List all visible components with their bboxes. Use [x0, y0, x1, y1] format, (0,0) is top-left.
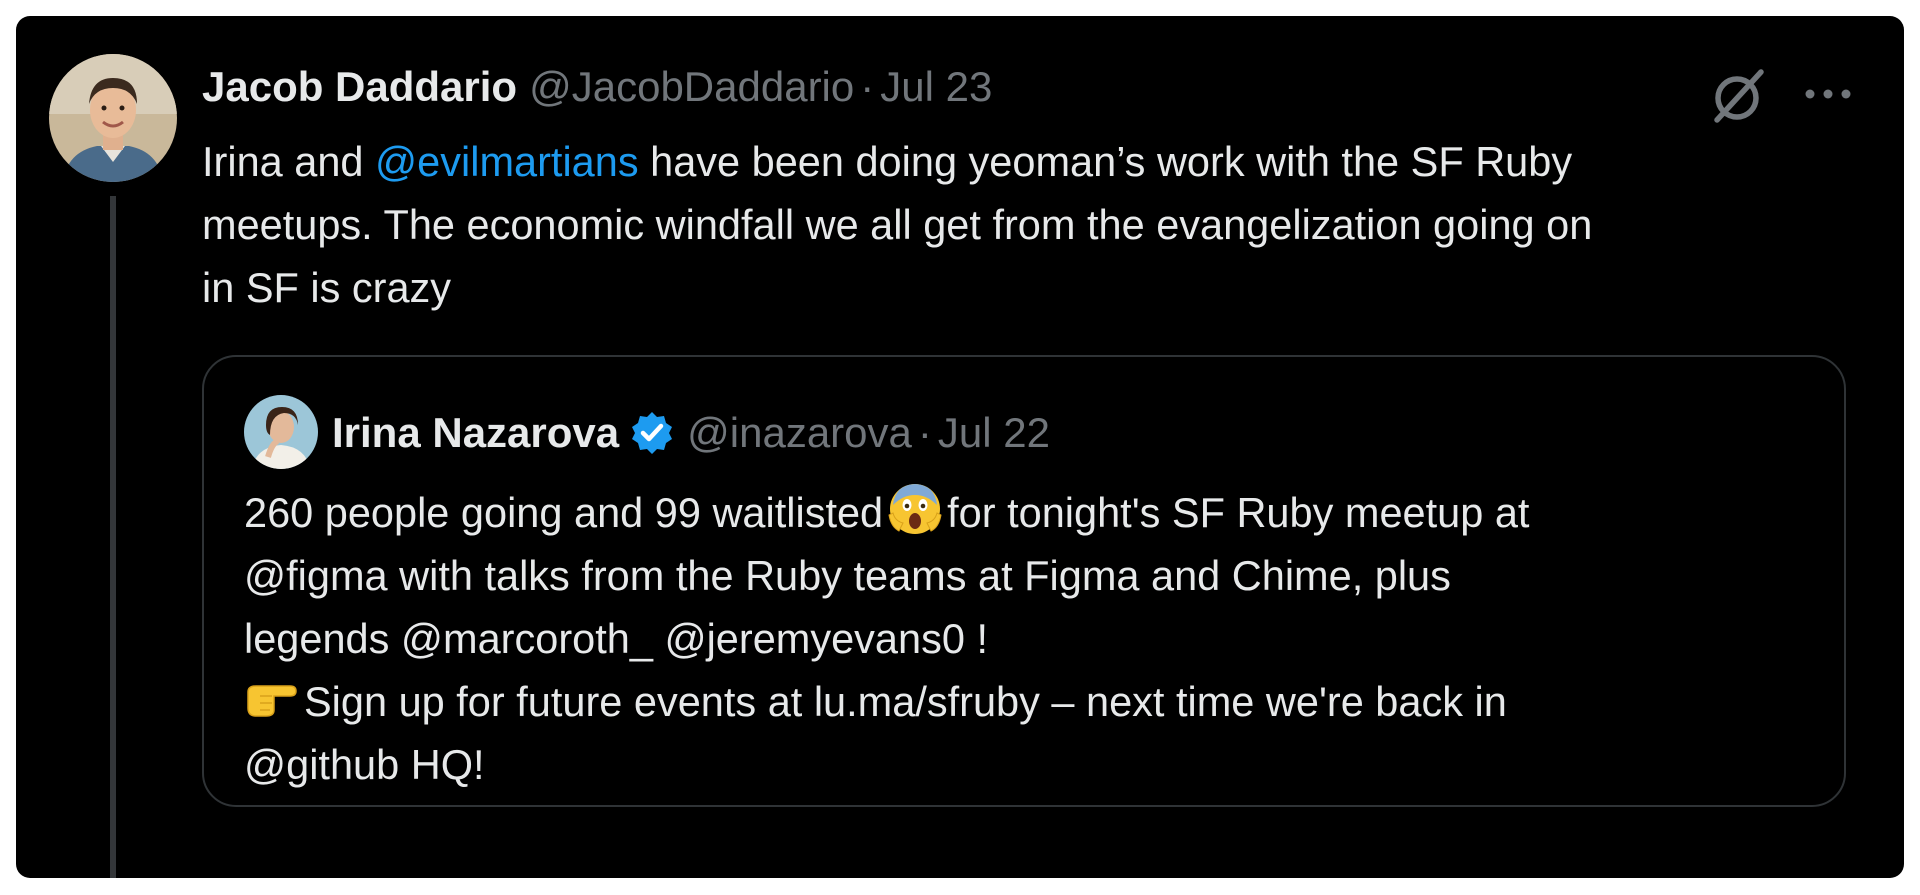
- screaming-face-emoji: [888, 484, 942, 534]
- tweet-text-part: have been doing yeoman’s work with the S…: [638, 138, 1573, 185]
- quoted-separator-dot: ·: [917, 409, 932, 456]
- tweet-card[interactable]: Jacob Daddario @JacobDaddario · Jul 23 I…: [16, 16, 1904, 878]
- tweet-text-line-2: meetups. The economic windfall we all ge…: [202, 201, 1593, 248]
- tweet-text-line-3: in SF is crazy: [202, 264, 452, 311]
- pointing-right-emoji: [247, 685, 297, 717]
- verified-badge-icon[interactable]: [629, 410, 675, 456]
- quoted-text-line-2: @figma with talks from the Ruby teams at…: [244, 552, 1451, 599]
- tweet-date[interactable]: Jul 23: [880, 63, 992, 111]
- author-handle[interactable]: @JacobDaddario: [529, 63, 854, 111]
- quoted-text-line-1: 260 people going and 99 waitlisted for t…: [244, 481, 1824, 544]
- tweet-text: Irina and @evilmartians have been doing …: [202, 130, 1882, 319]
- quoted-text-line-4: Sign up for future events at lu.ma/sfrub…: [244, 670, 1824, 733]
- thread-line: [110, 196, 116, 878]
- quoted-header: Irina Nazarova @inazarova · Jul 22: [332, 407, 1050, 459]
- quoted-tweet[interactable]: Irina Nazarova @inazarova · Jul 22 260 p…: [202, 355, 1846, 807]
- more-icon[interactable]: [1800, 82, 1856, 106]
- author-name[interactable]: Jacob Daddario: [202, 63, 517, 111]
- separator-dot: ·: [860, 63, 875, 110]
- quoted-author-avatar[interactable]: [244, 395, 318, 469]
- quoted-text-line-3: legends @marcoroth_ @jeremyevans0 !: [244, 615, 988, 662]
- quoted-text-line-5: @github HQ!: [244, 741, 485, 788]
- author-avatar[interactable]: [49, 54, 177, 182]
- quoted-text-part: 260 people going and 99 waitlisted: [244, 489, 884, 536]
- tweet-text-line-1: Irina and @evilmartians have been doing …: [202, 130, 1882, 193]
- quoted-author-name[interactable]: Irina Nazarova: [332, 409, 619, 457]
- mention-link[interactable]: @evilmartians: [375, 138, 639, 185]
- quoted-tweet-text: 260 people going and 99 waitlisted for t…: [244, 481, 1824, 796]
- grok-icon[interactable]: [1709, 66, 1769, 126]
- tweet-header: Jacob Daddario @JacobDaddario · Jul 23: [202, 62, 992, 112]
- quoted-tweet-date[interactable]: Jul 22: [938, 409, 1050, 457]
- quoted-author-handle[interactable]: @inazarova: [687, 409, 912, 457]
- quoted-text-part: Sign up for future events at lu.ma/sfrub…: [304, 678, 1507, 725]
- tweet-text-part: Irina and: [202, 138, 376, 185]
- quoted-text-part: for tonight's SF Ruby meetup at: [947, 489, 1530, 536]
